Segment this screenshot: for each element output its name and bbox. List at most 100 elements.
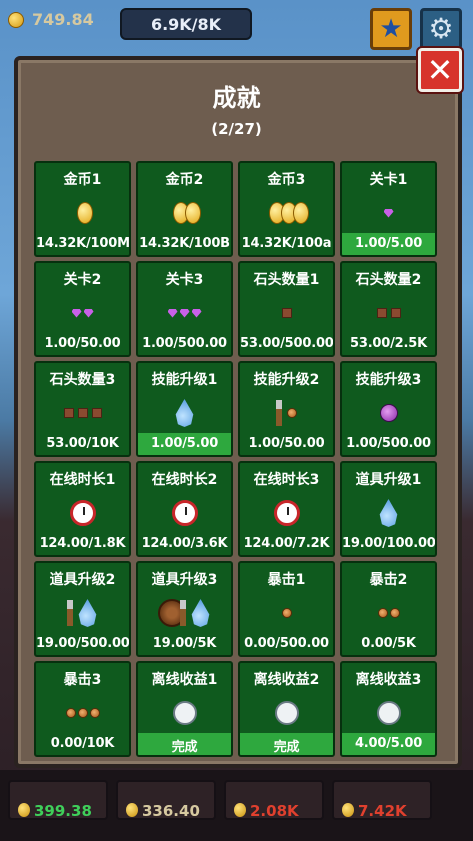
achievements-button[interactable]: ★ [370, 8, 412, 50]
achievement-card[interactable]: 关卡1 1.00/5.00 [340, 161, 437, 257]
coin-icon [234, 803, 246, 817]
achievement-progress-bar: 124.00/3.6K [138, 533, 231, 555]
clock-icon [138, 493, 231, 533]
achievement-progress-bar: 1.00/500.00 [138, 333, 231, 355]
achievement-progress-bar: 14.32K/100B [138, 233, 231, 255]
achievement-progress-bar: 完成 [240, 733, 333, 755]
coin-icon [18, 803, 30, 817]
achievement-card[interactable]: 暴击3 0.00/10K [34, 661, 131, 757]
crit-pair-icon [342, 593, 435, 633]
level-progress: 6.9K/8K [120, 8, 252, 40]
achievement-name: 道具升级1 [355, 472, 422, 488]
achievement-progress-bar: 1.00/5.00 [138, 433, 231, 455]
achievement-name: 在线时长1 [49, 472, 116, 488]
achievement-progress-bar: 0.00/5K [342, 633, 435, 655]
crit-pile-icon [36, 693, 129, 733]
upgrade-cost-3: 2.08K [250, 802, 299, 820]
achievement-name: 暴击1 [267, 572, 306, 588]
achievement-card[interactable]: 金币2 14.32K/100B [136, 161, 233, 257]
achievement-card[interactable]: 在线时长3 124.00/7.2K [238, 461, 335, 557]
coin-icon [126, 803, 138, 817]
achievement-grid: 金币1 14.32K/100M 金币2 14.32K/100B 金币3 14.32K/10… [34, 161, 438, 758]
achievement-card[interactable]: 关卡3 1.00/500.00 [136, 261, 233, 357]
stopwatch-icon [240, 693, 333, 733]
achievement-card[interactable]: 技能升级1 1.00/5.00 [136, 361, 233, 457]
achievement-progress-bar: 53.00/10K [36, 433, 129, 455]
shovel-drop-icon [36, 593, 129, 633]
gear-icon: ⚙ [428, 12, 454, 45]
achievement-progress-bar: 1.00/50.00 [240, 433, 333, 455]
achievement-card[interactable]: 道具升级2 19.00/500.00 [34, 561, 131, 657]
upgrade-cost-4: 7.42K [358, 802, 407, 820]
achievement-progress-bar: 1.00/500.00 [342, 433, 435, 455]
modal-title: 成就 [212, 84, 261, 112]
gem-icon [342, 193, 435, 233]
achievement-value: 14.32K/100a [241, 236, 332, 251]
achievement-progress-bar: 19.00/5K [138, 633, 231, 655]
achievement-card[interactable]: 金币3 14.32K/100a [238, 161, 335, 257]
achievement-card[interactable]: 石头数量2 53.00/2.5K [340, 261, 437, 357]
achievement-card[interactable]: 离线收益1 完成 [136, 661, 233, 757]
coin-icon [342, 803, 354, 817]
achievement-progress-bar: 53.00/2.5K [342, 333, 435, 355]
clock-icon [36, 493, 129, 533]
coin-icon [8, 12, 24, 28]
achievement-value: 1.00/50.00 [248, 436, 325, 451]
achievement-card[interactable]: 道具升级1 19.00/100.00 [340, 461, 437, 557]
upgrade-cost-2: 336.40 [142, 802, 200, 820]
achievement-card[interactable]: 在线时长2 124.00/3.6K [136, 461, 233, 557]
achievement-progress-bar: 14.32K/100a [240, 233, 333, 255]
achievement-card[interactable]: 暴击2 0.00/5K [340, 561, 437, 657]
achievement-name: 技能升级1 [151, 372, 218, 388]
achievement-name: 石头数量2 [355, 272, 422, 288]
stone-pair-icon [342, 293, 435, 333]
achievement-value: 19.00/500.00 [36, 636, 130, 651]
close-button[interactable]: ✕ [418, 48, 462, 92]
achievement-value: 1.00/500.00 [346, 436, 431, 451]
achievement-name: 金币3 [267, 172, 306, 188]
achievement-progress-bar: 19.00/500.00 [36, 633, 129, 655]
achievement-value: 124.00/7.2K [243, 536, 330, 551]
achievement-card[interactable]: 离线收益2 完成 [238, 661, 335, 757]
achievement-name: 离线收益1 [151, 672, 218, 688]
achievement-name: 道具升级2 [49, 572, 116, 588]
stone-pile-icon [36, 393, 129, 433]
achievement-name: 石头数量1 [253, 272, 320, 288]
achievement-card[interactable]: 金币1 14.32K/100M [34, 161, 131, 257]
close-icon: ✕ [426, 51, 454, 89]
achievement-card[interactable]: 石头数量1 53.00/500.00 [238, 261, 335, 357]
clock-icon [240, 493, 333, 533]
achievement-value: 53.00/500.00 [240, 336, 334, 351]
achievement-name: 在线时长2 [151, 472, 218, 488]
achievement-progress-bar: 124.00/1.8K [36, 533, 129, 555]
water-drop-icon [342, 493, 435, 533]
star-icon: ★ [379, 14, 403, 44]
achievement-card[interactable]: 关卡2 1.00/50.00 [34, 261, 131, 357]
achievement-value: 1.00/5.00 [150, 436, 219, 451]
achievement-value: 0.00/5K [361, 636, 416, 651]
achievement-progress-bar: 19.00/100.00 [342, 533, 435, 555]
achievement-value: 完成 [273, 740, 300, 755]
achievement-card[interactable]: 离线收益3 4.00/5.00 [340, 661, 437, 757]
achievement-card[interactable]: 石头数量3 53.00/10K [34, 361, 131, 457]
achievement-card[interactable]: 技能升级3 1.00/500.00 [340, 361, 437, 457]
achievement-card[interactable]: 暴击1 0.00/500.00 [238, 561, 335, 657]
potion-icon [342, 393, 435, 433]
shield-shovel-drop-icon [138, 593, 231, 633]
water-drop-icon [138, 393, 231, 433]
settings-button[interactable]: ⚙ [420, 8, 462, 50]
achievement-value: 19.00/5K [152, 636, 217, 651]
achievement-value: 124.00/1.8K [39, 536, 126, 551]
achievement-card[interactable]: 道具升级3 19.00/5K [136, 561, 233, 657]
achievement-value: 完成 [171, 740, 198, 755]
achievement-card[interactable]: 在线时长1 124.00/1.8K [34, 461, 131, 557]
achievement-value: 1.00/500.00 [142, 336, 227, 351]
achievement-name: 关卡3 [165, 272, 204, 288]
achievement-name: 技能升级2 [253, 372, 320, 388]
achievement-value: 0.00/500.00 [244, 636, 329, 651]
achievement-card[interactable]: 技能升级2 1.00/50.00 [238, 361, 335, 457]
achievement-progress-bar: 1.00/50.00 [36, 333, 129, 355]
stopwatch-icon [138, 693, 231, 733]
achievement-progress-bar: 0.00/500.00 [240, 633, 333, 655]
achievement-value: 53.00/10K [46, 436, 119, 451]
